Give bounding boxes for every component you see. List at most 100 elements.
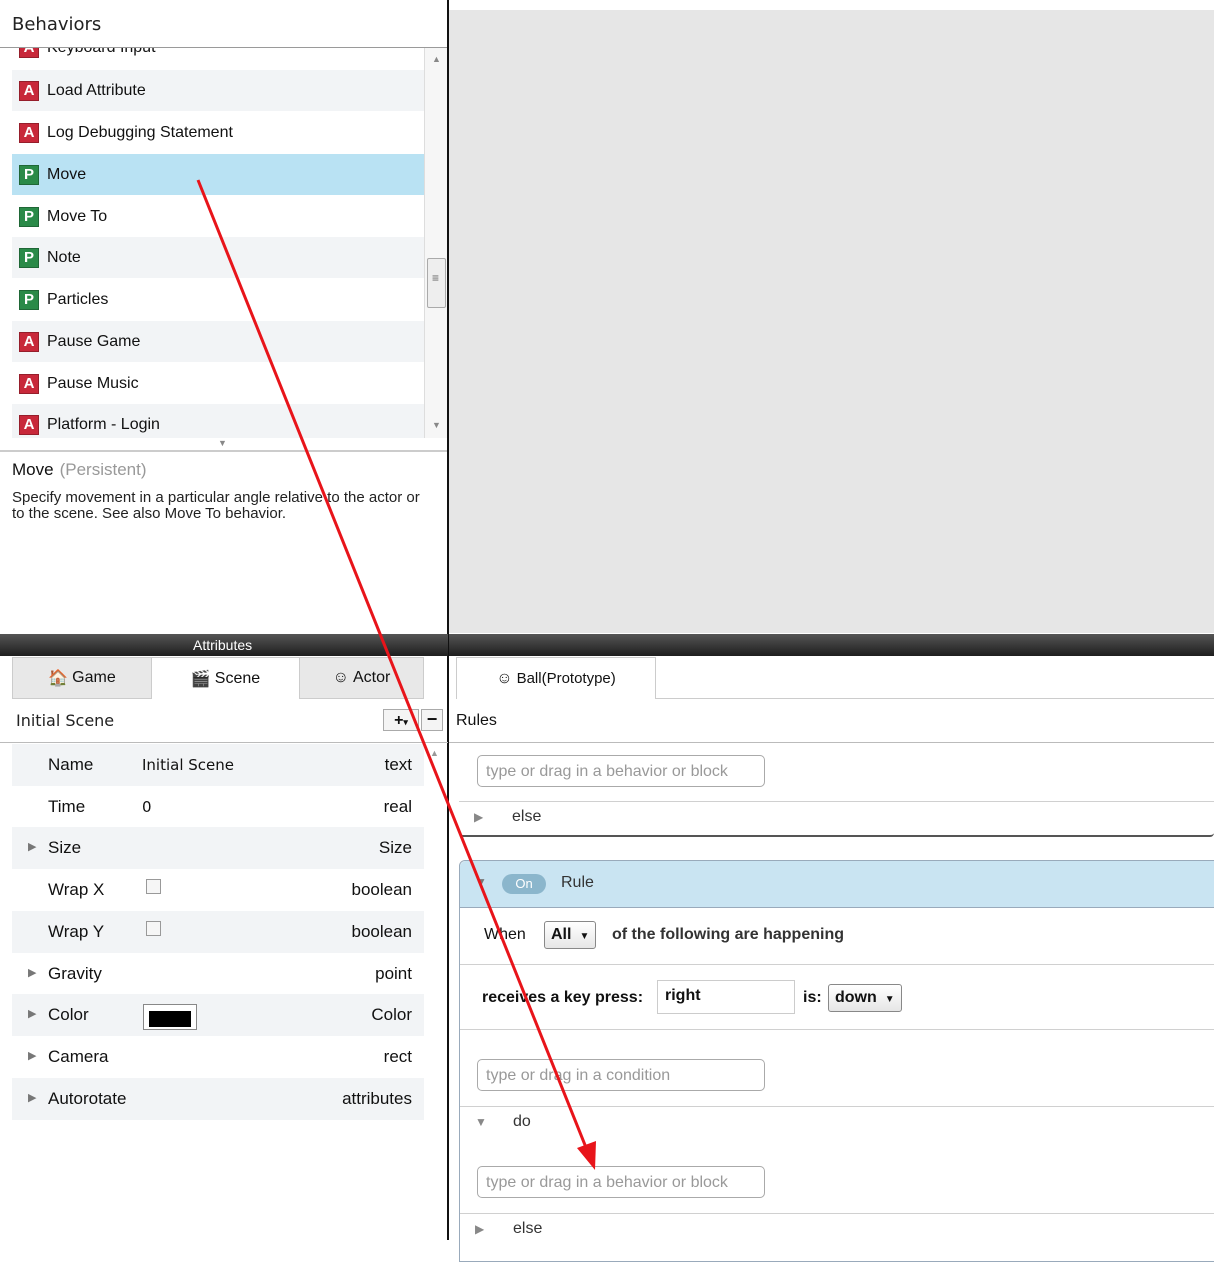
when-select-value: All [551, 926, 572, 943]
attribute-value[interactable]: 0 [142, 798, 152, 816]
action-badge-icon: A [19, 122, 39, 143]
list-splitter[interactable]: ▼ [0, 438, 448, 452]
rule-on-toggle[interactable]: On [502, 874, 546, 894]
behavior-label: Pause Game [47, 332, 141, 350]
expanded-triangle-icon[interactable]: ▼ [475, 1115, 487, 1129]
collapsed-triangle-icon[interactable]: ▶ [475, 1222, 484, 1236]
description-name: Move [12, 460, 54, 479]
behavior-item-log-debugging-statement[interactable]: A Log Debugging Statement [12, 112, 424, 153]
attribute-row-camera[interactable]: ▶ Camera rect [12, 1036, 424, 1078]
behaviors-title: Behaviors [12, 14, 102, 35]
collapsed-triangle-icon[interactable]: ▶ [474, 810, 483, 824]
description-kind: (Persistent) [59, 460, 147, 479]
attribute-row-size[interactable]: ▶ Size Size [12, 827, 424, 869]
tab-baseline [656, 698, 1214, 699]
do-row[interactable]: ▼ do [460, 1106, 1214, 1139]
scene-stage[interactable] [449, 10, 1214, 633]
wrap-x-checkbox[interactable] [146, 879, 161, 894]
attributes-scrollbar[interactable]: ▲ [424, 742, 448, 802]
behavior-item-keyboard-input[interactable]: A Keyboard Input [12, 48, 424, 68]
attribute-row-autorotate[interactable]: ▶ Autorotate attributes [12, 1078, 424, 1120]
rule-divider [460, 1029, 1214, 1030]
expand-triangle-icon[interactable]: ▶ [28, 840, 36, 853]
else-row[interactable]: ▶ else [460, 1213, 1214, 1246]
description-title: Move (Persistent) [12, 460, 147, 480]
behavior-label: Move To [47, 207, 108, 225]
behavior-label: Move [47, 165, 87, 183]
when-suffix: of the following are happening [612, 926, 844, 943]
behavior-item-load-attribute[interactable]: A Load Attribute [12, 70, 424, 111]
expand-triangle-icon[interactable]: ▶ [28, 1091, 36, 1104]
action-badge-icon: A [19, 48, 39, 58]
editor-bar [449, 634, 1214, 656]
attribute-name: Autorotate [48, 1089, 127, 1108]
persistent-badge-icon: P [19, 289, 39, 310]
expand-triangle-icon[interactable]: ▶ [28, 1007, 36, 1020]
expanded-triangle-icon[interactable]: ▼ [475, 875, 487, 889]
behavior-item-move[interactable]: P Move [12, 154, 424, 195]
attribute-type: boolean [351, 922, 412, 941]
condition-drop-field[interactable]: type or drag in a condition [477, 1059, 765, 1091]
actor-mask-icon: ☺ [332, 669, 349, 686]
behavior-item-note[interactable]: P Note [12, 237, 424, 278]
tab-scene[interactable]: 🎬 Scene [152, 657, 299, 699]
scrollbar-thumb[interactable] [427, 258, 446, 308]
tab-scene-label: Scene [214, 669, 261, 687]
condition-label: receives a key press: [482, 989, 644, 1006]
expand-triangle-icon[interactable]: ▶ [28, 1049, 36, 1062]
tab-game[interactable]: 🏠 Game [12, 657, 152, 699]
actor-mask-icon: ☺ [496, 669, 513, 687]
scroll-up-icon[interactable]: ▲ [432, 54, 441, 64]
attribute-name: Wrap Y [48, 922, 105, 941]
attribute-row-color[interactable]: ▶ Color Color [12, 994, 424, 1036]
attribute-type: point [375, 964, 412, 983]
tab-actor[interactable]: ☺ Actor [299, 657, 424, 699]
attribute-row-wrap-x[interactable]: Wrap X boolean [12, 869, 424, 911]
behaviors-header: Behaviors [0, 0, 448, 48]
tab-ball-label: Ball(Prototype) [516, 670, 616, 687]
expand-triangle-icon[interactable]: ▶ [28, 966, 36, 979]
behavior-item-pause-music[interactable]: A Pause Music [12, 363, 424, 404]
behavior-item-particles[interactable]: P Particles [12, 279, 424, 320]
else-row-top[interactable]: ▶ else [459, 801, 1214, 837]
attribute-row-name[interactable]: Name Initial Scene text [12, 744, 424, 786]
key-state-select[interactable]: down ▼ [828, 984, 902, 1012]
behavior-item-move-to[interactable]: P Move To [12, 196, 424, 237]
behavior-label: Platform - Login [47, 415, 160, 433]
attribute-row-gravity[interactable]: ▶ Gravity point [12, 953, 424, 995]
tab-ball-prototype[interactable]: ☺ Ball(Prototype) [456, 657, 656, 699]
tab-game-label: Game [72, 669, 116, 686]
persistent-badge-icon: P [19, 206, 39, 227]
add-attribute-button[interactable]: +▾ [383, 709, 419, 731]
scene-title: Initial Scene [16, 711, 115, 730]
attribute-name: Color [48, 1005, 89, 1024]
color-swatch[interactable] [143, 1004, 197, 1030]
splitter-handle-icon[interactable]: ▼ [218, 438, 227, 448]
remove-attribute-button[interactable]: − [421, 709, 443, 731]
behaviors-list: A Keyboard Input A Load Attribute A Log … [12, 48, 424, 438]
attribute-type: real [383, 797, 412, 816]
attribute-type: Color [371, 1005, 412, 1024]
attribute-row-time[interactable]: Time 0 real [12, 786, 424, 828]
minus-icon: − [426, 709, 438, 729]
scroll-down-icon[interactable]: ▼ [432, 420, 441, 430]
attribute-value[interactable]: Initial Scene [142, 756, 234, 774]
key-state-value: down [835, 989, 877, 1006]
key-input[interactable]: right [657, 980, 795, 1014]
scene-header: Initial Scene +▾ − [0, 700, 448, 743]
behavior-item-pause-game[interactable]: A Pause Game [12, 321, 424, 362]
behavior-drop-field-do[interactable]: type or drag in a behavior or block [477, 1166, 765, 1198]
behavior-item-platform-login[interactable]: A Platform - Login [12, 404, 424, 438]
wrap-y-checkbox[interactable] [146, 921, 161, 936]
attribute-type: attributes [342, 1089, 412, 1108]
home-icon: 🏠 [48, 670, 69, 687]
action-badge-icon: A [19, 331, 39, 352]
else-label: else [512, 808, 542, 825]
attribute-row-wrap-y[interactable]: Wrap Y boolean [12, 911, 424, 953]
behavior-drop-field[interactable]: type or drag in a behavior or block [477, 755, 765, 787]
scroll-up-icon[interactable]: ▲ [430, 748, 439, 758]
attribute-name: Camera [48, 1047, 109, 1066]
when-select[interactable]: All ▼ [544, 921, 597, 949]
behaviors-scrollbar[interactable]: ▲ ▼ [424, 48, 449, 438]
rule-header[interactable]: ▼ On Rule [460, 861, 1214, 908]
